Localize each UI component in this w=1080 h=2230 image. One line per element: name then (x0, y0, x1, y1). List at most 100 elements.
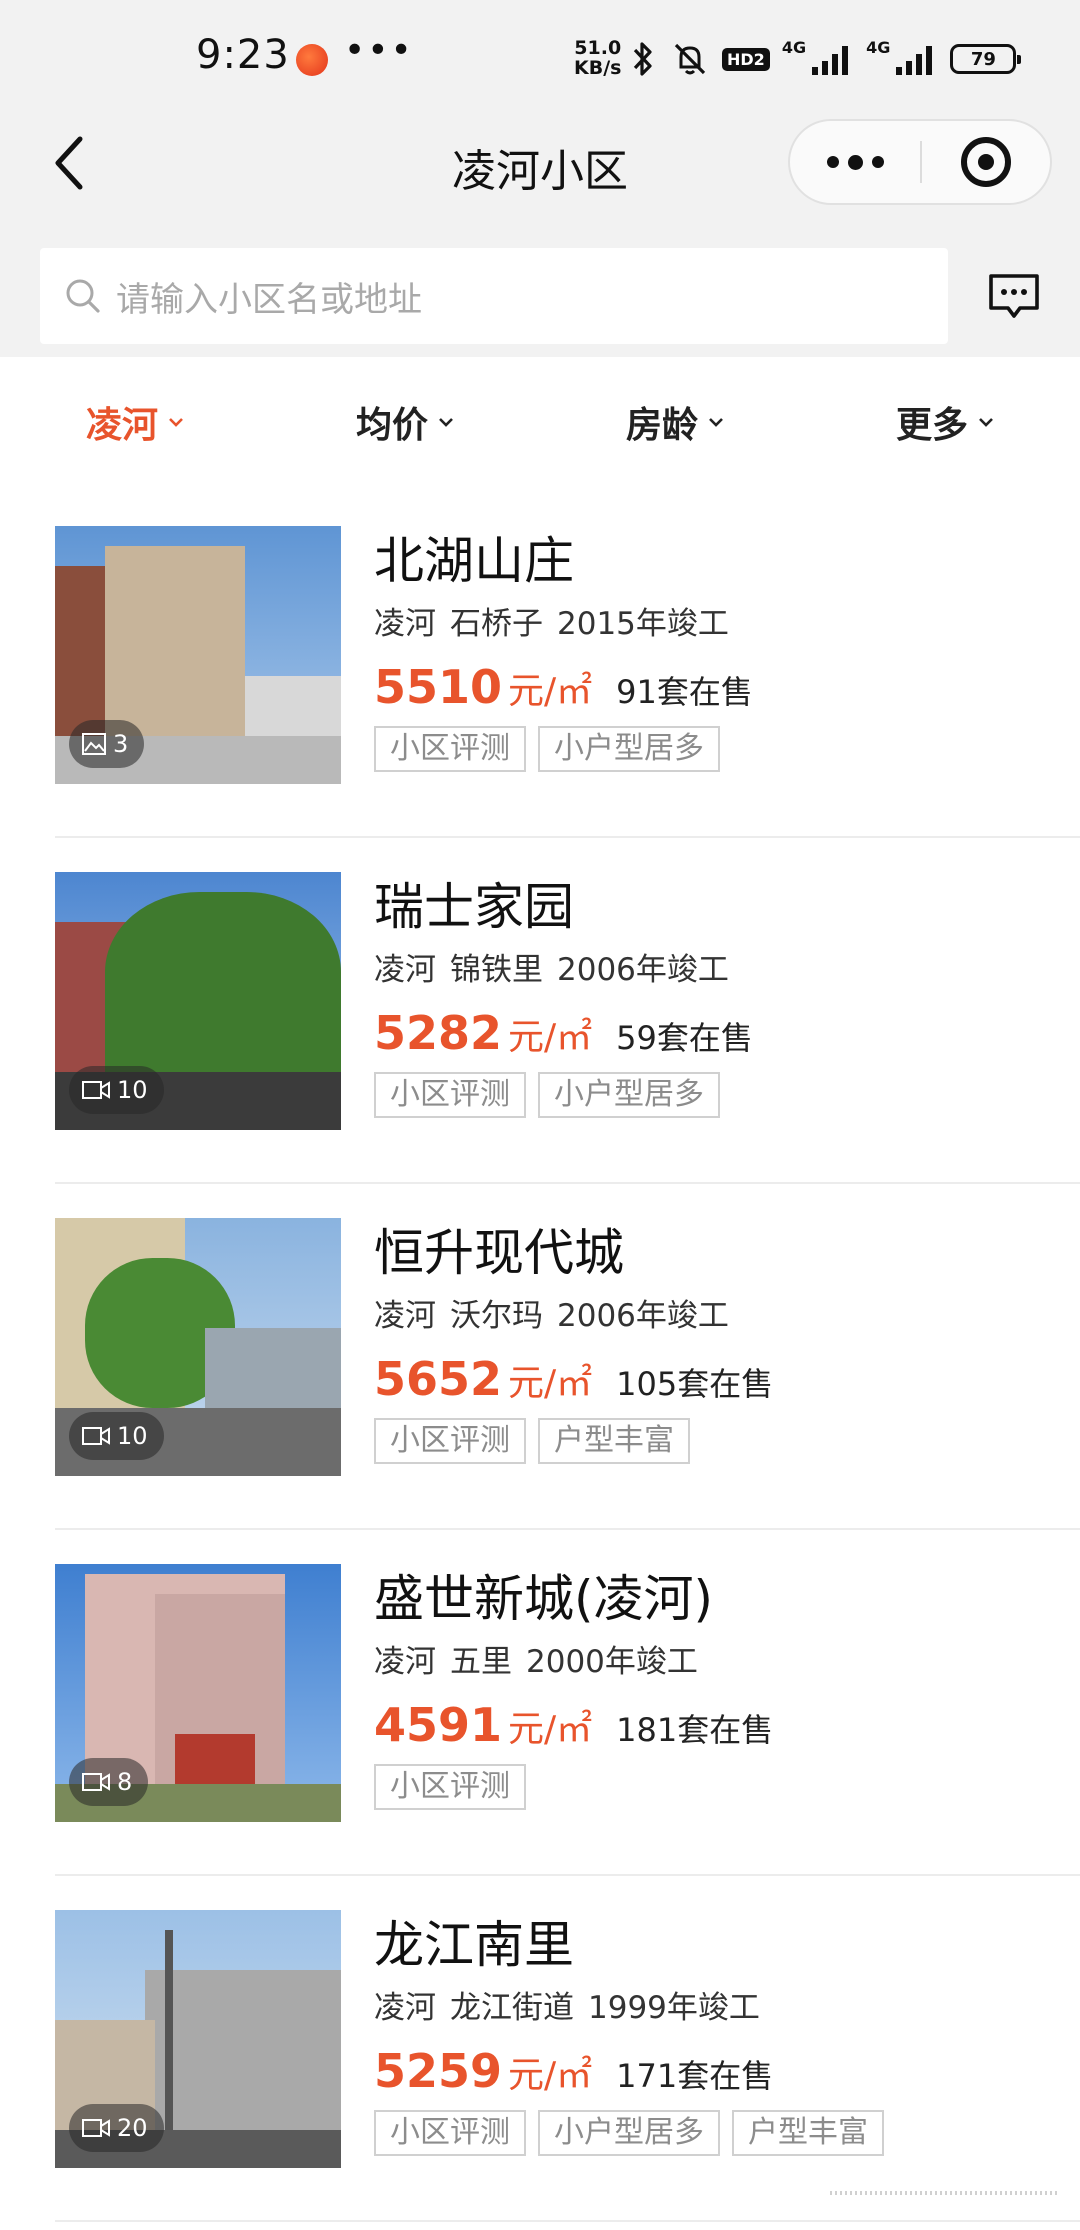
tag: 小区评测 (374, 1072, 526, 1118)
community-video-thumbnail: 8 (55, 1564, 341, 1822)
filter-average-price[interactable]: 均价 (270, 372, 540, 472)
more-options-button[interactable] (790, 121, 920, 203)
average-price: 5510 (374, 660, 503, 714)
mute-bell-icon (674, 43, 706, 75)
community-item[interactable]: 8 盛世新城(凌河) 凌河 五里 2000年竣工 4591 元/㎡ 181套在售 小… (0, 1530, 1080, 1876)
filter-building-age-label: 房龄 (625, 405, 698, 446)
tag-list: 小区评测 小户型居多 (374, 726, 1060, 772)
price-unit: 元/㎡ (508, 1017, 593, 1058)
image-icon (82, 733, 106, 755)
community-item[interactable]: 10 瑞士家园 凌河 锦铁里 2006年竣工 5282 元/㎡ 59套在售 小区评测… (0, 838, 1080, 1184)
filter-more[interactable]: 更多 (810, 372, 1080, 472)
price-row: 4591 元/㎡ 181套在售 (374, 1698, 1060, 1754)
search-placeholder: 请输入小区名或地址 (116, 279, 422, 320)
tag-list: 小区评测 小户型居多 户型丰富 (374, 2110, 1060, 2156)
filter-bar: 凌河 均价 房龄 更多 (0, 372, 1080, 472)
average-price: 5282 (374, 1006, 503, 1060)
status-icons: HD2 4G 4G 79 (628, 36, 1022, 82)
tag-list: 小区评测 (374, 1764, 1060, 1810)
signal-strength-icon-2 (896, 46, 933, 75)
media-count-badge: 10 (69, 1412, 164, 1460)
price-row: 5282 元/㎡ 59套在售 (374, 1006, 1060, 1062)
more-dot-icon (847, 154, 863, 170)
battery-indicator: 79 (950, 44, 1022, 74)
network-speed-unit: KB/s (574, 57, 622, 79)
search-icon (66, 279, 100, 313)
filter-district[interactable]: 凌河 (0, 372, 270, 472)
community-video-thumbnail: 10 (55, 872, 341, 1130)
tag: 户型丰富 (538, 1418, 690, 1464)
price-unit: 元/㎡ (508, 2055, 593, 2096)
built-year: 2006年竣工 (557, 952, 729, 988)
on-sale-count: 171套在售 (616, 2057, 774, 2095)
media-count-badge: 10 (69, 1066, 164, 1114)
area: 五里 (450, 1644, 512, 1680)
built-year: 2006年竣工 (557, 1298, 729, 1334)
community-item[interactable]: 3 北湖山庄 凌河 石桥子 2015年竣工 5510 元/㎡ 91套在售 小区评测 … (0, 492, 1080, 838)
gesture-bar-icon (830, 2191, 1060, 2195)
district: 凌河 (374, 1644, 436, 1680)
community-info: 恒升现代城 凌河 沃尔玛 2006年竣工 5652 元/㎡ 105套在售 小区评测 … (374, 1218, 1060, 1464)
price-unit: 元/㎡ (508, 671, 593, 712)
media-count: 10 (117, 1422, 148, 1450)
more-dot-icon (826, 156, 839, 168)
tag: 户型丰富 (732, 2110, 884, 2156)
message-icon (989, 274, 1039, 318)
community-item[interactable]: 10 恒升现代城 凌河 沃尔玛 2006年竣工 5652 元/㎡ 105套在售 小区… (0, 1184, 1080, 1530)
community-name: 瑞士家园 (374, 878, 574, 936)
video-icon (82, 1427, 110, 1445)
built-year: 2015年竣工 (557, 606, 729, 642)
media-count-badge: 8 (69, 1758, 149, 1806)
built-year: 1999年竣工 (588, 1990, 760, 2026)
built-year: 2000年竣工 (526, 1644, 698, 1680)
search-input[interactable]: 请输入小区名或地址 (40, 248, 948, 344)
filter-more-label: 更多 (895, 405, 968, 446)
media-count: 20 (117, 2114, 148, 2142)
message-button[interactable] (984, 266, 1044, 326)
media-count: 10 (117, 1076, 148, 1104)
community-meta: 凌河 石桥子 2015年竣工 (374, 602, 1060, 646)
average-price: 4591 (374, 1698, 503, 1752)
media-count-badge: 3 (69, 720, 145, 768)
community-video-thumbnail: 10 (55, 1218, 341, 1476)
media-count-badge: 20 (69, 2104, 164, 2152)
community-info: 瑞士家园 凌河 锦铁里 2006年竣工 5282 元/㎡ 59套在售 小区评测 小户… (374, 872, 1060, 1118)
community-item[interactable]: 20 龙江南里 凌河 龙江街道 1999年竣工 5259 元/㎡ 171套在售 小区… (0, 1876, 1080, 2222)
filter-building-age[interactable]: 房龄 (540, 372, 810, 472)
chevron-down-icon (439, 418, 453, 427)
area: 龙江街道 (450, 1990, 574, 2026)
average-price: 5652 (374, 1352, 503, 1406)
network-type-1: 4G (781, 38, 807, 57)
tag-list: 小区评测 户型丰富 (374, 1418, 1060, 1464)
network-speed: 51.0 KB/s (574, 38, 621, 78)
community-meta: 凌河 五里 2000年竣工 (374, 1640, 1060, 1684)
average-price: 5259 (374, 2044, 503, 2098)
tag: 小区评测 (374, 1418, 526, 1464)
community-meta: 凌河 沃尔玛 2006年竣工 (374, 1294, 1060, 1338)
media-count: 3 (113, 730, 129, 758)
price-unit: 元/㎡ (508, 1363, 593, 1404)
community-name: 盛世新城(凌河) (374, 1570, 714, 1628)
price-unit: 元/㎡ (508, 1709, 593, 1750)
app-notification-icon (296, 44, 328, 76)
district: 凌河 (374, 1990, 436, 2026)
tag: 小区评测 (374, 1764, 526, 1810)
community-meta: 凌河 锦铁里 2006年竣工 (374, 948, 1060, 992)
nav-bar: 凌河小区 (0, 115, 1080, 220)
community-photo: 3 (55, 526, 341, 784)
price-row: 5652 元/㎡ 105套在售 (374, 1352, 1060, 1408)
district: 凌河 (374, 952, 436, 988)
filter-district-label: 凌河 (85, 405, 158, 446)
media-count: 8 (117, 1768, 133, 1796)
status-more-dots: ••• (344, 30, 414, 71)
area: 石桥子 (450, 606, 543, 642)
close-mini-program-button[interactable] (922, 121, 1050, 203)
community-name: 恒升现代城 (374, 1224, 624, 1282)
area: 沃尔玛 (450, 1298, 543, 1334)
community-info: 盛世新城(凌河) 凌河 五里 2000年竣工 4591 元/㎡ 181套在售 小区评… (374, 1564, 1060, 1810)
on-sale-count: 105套在售 (616, 1365, 774, 1403)
on-sale-count: 59套在售 (616, 1019, 753, 1057)
tag: 小区评测 (374, 726, 526, 772)
bluetooth-icon (633, 42, 652, 76)
community-info: 北湖山庄 凌河 石桥子 2015年竣工 5510 元/㎡ 91套在售 小区评测 小户… (374, 526, 1060, 772)
